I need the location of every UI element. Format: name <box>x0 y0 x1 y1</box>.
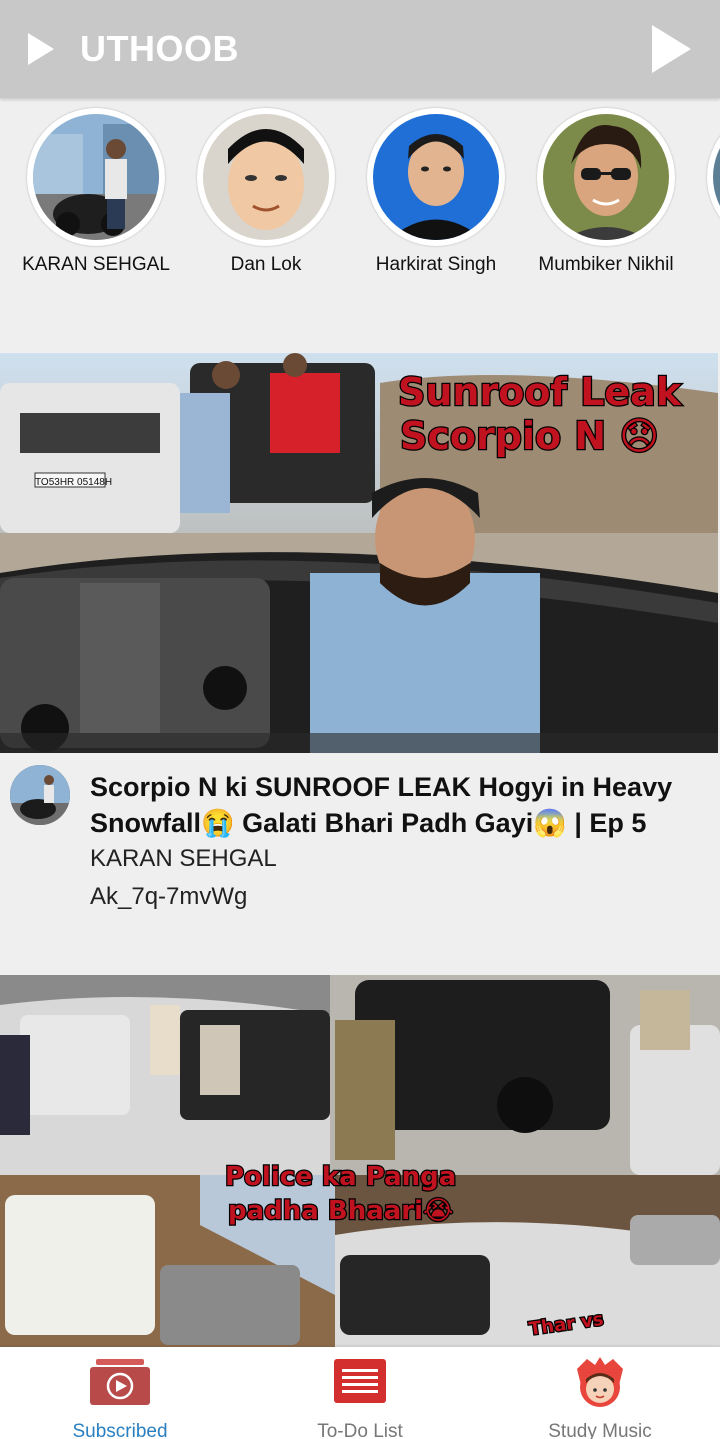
channel-name: Mumbiker Nikhil <box>538 254 674 275</box>
channel-item[interactable]: Dan Lok <box>181 108 351 276</box>
channel-avatar-ring <box>707 108 720 246</box>
nav-todo-list[interactable]: To-Do List <box>240 1347 480 1439</box>
channel-list: KARAN SEHGAL Dan Lok Harkirat Singh Mumb… <box>0 98 720 353</box>
channel-item[interactable]: Mumbiker Nikhil <box>521 108 691 276</box>
nav-subscribed[interactable]: Subscribed <box>0 1347 240 1439</box>
video-title[interactable]: Scorpio N ki SUNROOF LEAK Hogyi in Heavy… <box>90 769 710 841</box>
app-header: UTHOOB <box>0 0 720 98</box>
channel-avatar-ring <box>367 108 505 246</box>
thumbnail-overlay-line-2: Scorpio N 😞 <box>400 414 659 458</box>
play-button-icon[interactable] <box>652 25 691 73</box>
channel-avatar[interactable] <box>10 765 70 825</box>
channel-avatar <box>33 114 159 240</box>
video-id: Ak_7q-7mvWg <box>90 883 248 910</box>
thumbnail-overlay-line-1: Sunroof Leak <box>398 370 682 414</box>
play-logo-icon <box>28 33 54 65</box>
channel-avatar <box>203 114 329 240</box>
todo-list-icon <box>334 1359 386 1408</box>
video-channel-name: KARAN SEHGAL <box>90 845 277 872</box>
nav-study-music[interactable]: Study Music <box>480 1347 720 1439</box>
channel-name: Dan Lok <box>230 254 302 275</box>
app-root: UTHOOB KARAN SEHGAL Dan Lok Harkirat Sin… <box>0 0 720 1439</box>
channel-avatar-ring <box>537 108 675 246</box>
channel-avatar <box>713 114 720 240</box>
nav-label: Study Music <box>548 1421 652 1439</box>
study-music-icon <box>573 1355 627 1416</box>
thumbnail-overlay-line-2: padha Bhaari😭 <box>228 1196 453 1226</box>
channel-avatar <box>373 114 499 240</box>
license-plate: TO53HR 05148H <box>35 477 112 488</box>
channel-avatar-ring <box>197 108 335 246</box>
channel-name: Harkirat Singh <box>375 254 497 275</box>
channel-item[interactable]: KARAN SEHGAL <box>11 108 181 276</box>
subscribed-icon <box>90 1359 150 1410</box>
channel-avatar <box>543 114 669 240</box>
bottom-navigation: Subscribed To-Do List Study Music <box>0 1347 720 1439</box>
nav-label: Subscribed <box>72 1421 168 1439</box>
app-title: UTHOOB <box>80 28 239 69</box>
video-thumbnail[interactable]: Police ka Panga padha Bhaari😭 Thar vs <box>0 975 720 1347</box>
channel-avatar-ring <box>27 108 165 246</box>
video-thumbnail[interactable]: Sunroof Leak Scorpio N 😞 TO53HR 05148H <box>0 353 718 753</box>
video-meta: Scorpio N ki SUNROOF LEAK Hogyi in Heavy… <box>0 753 720 973</box>
thumbnail-overlay-line-1: Police ka Panga <box>225 1162 456 1192</box>
channel-item[interactable]: Harkirat Singh <box>351 108 521 276</box>
channel-item-partial[interactable] <box>691 108 720 246</box>
nav-label: To-Do List <box>317 1421 403 1439</box>
channel-name: KARAN SEHGAL <box>22 254 170 275</box>
